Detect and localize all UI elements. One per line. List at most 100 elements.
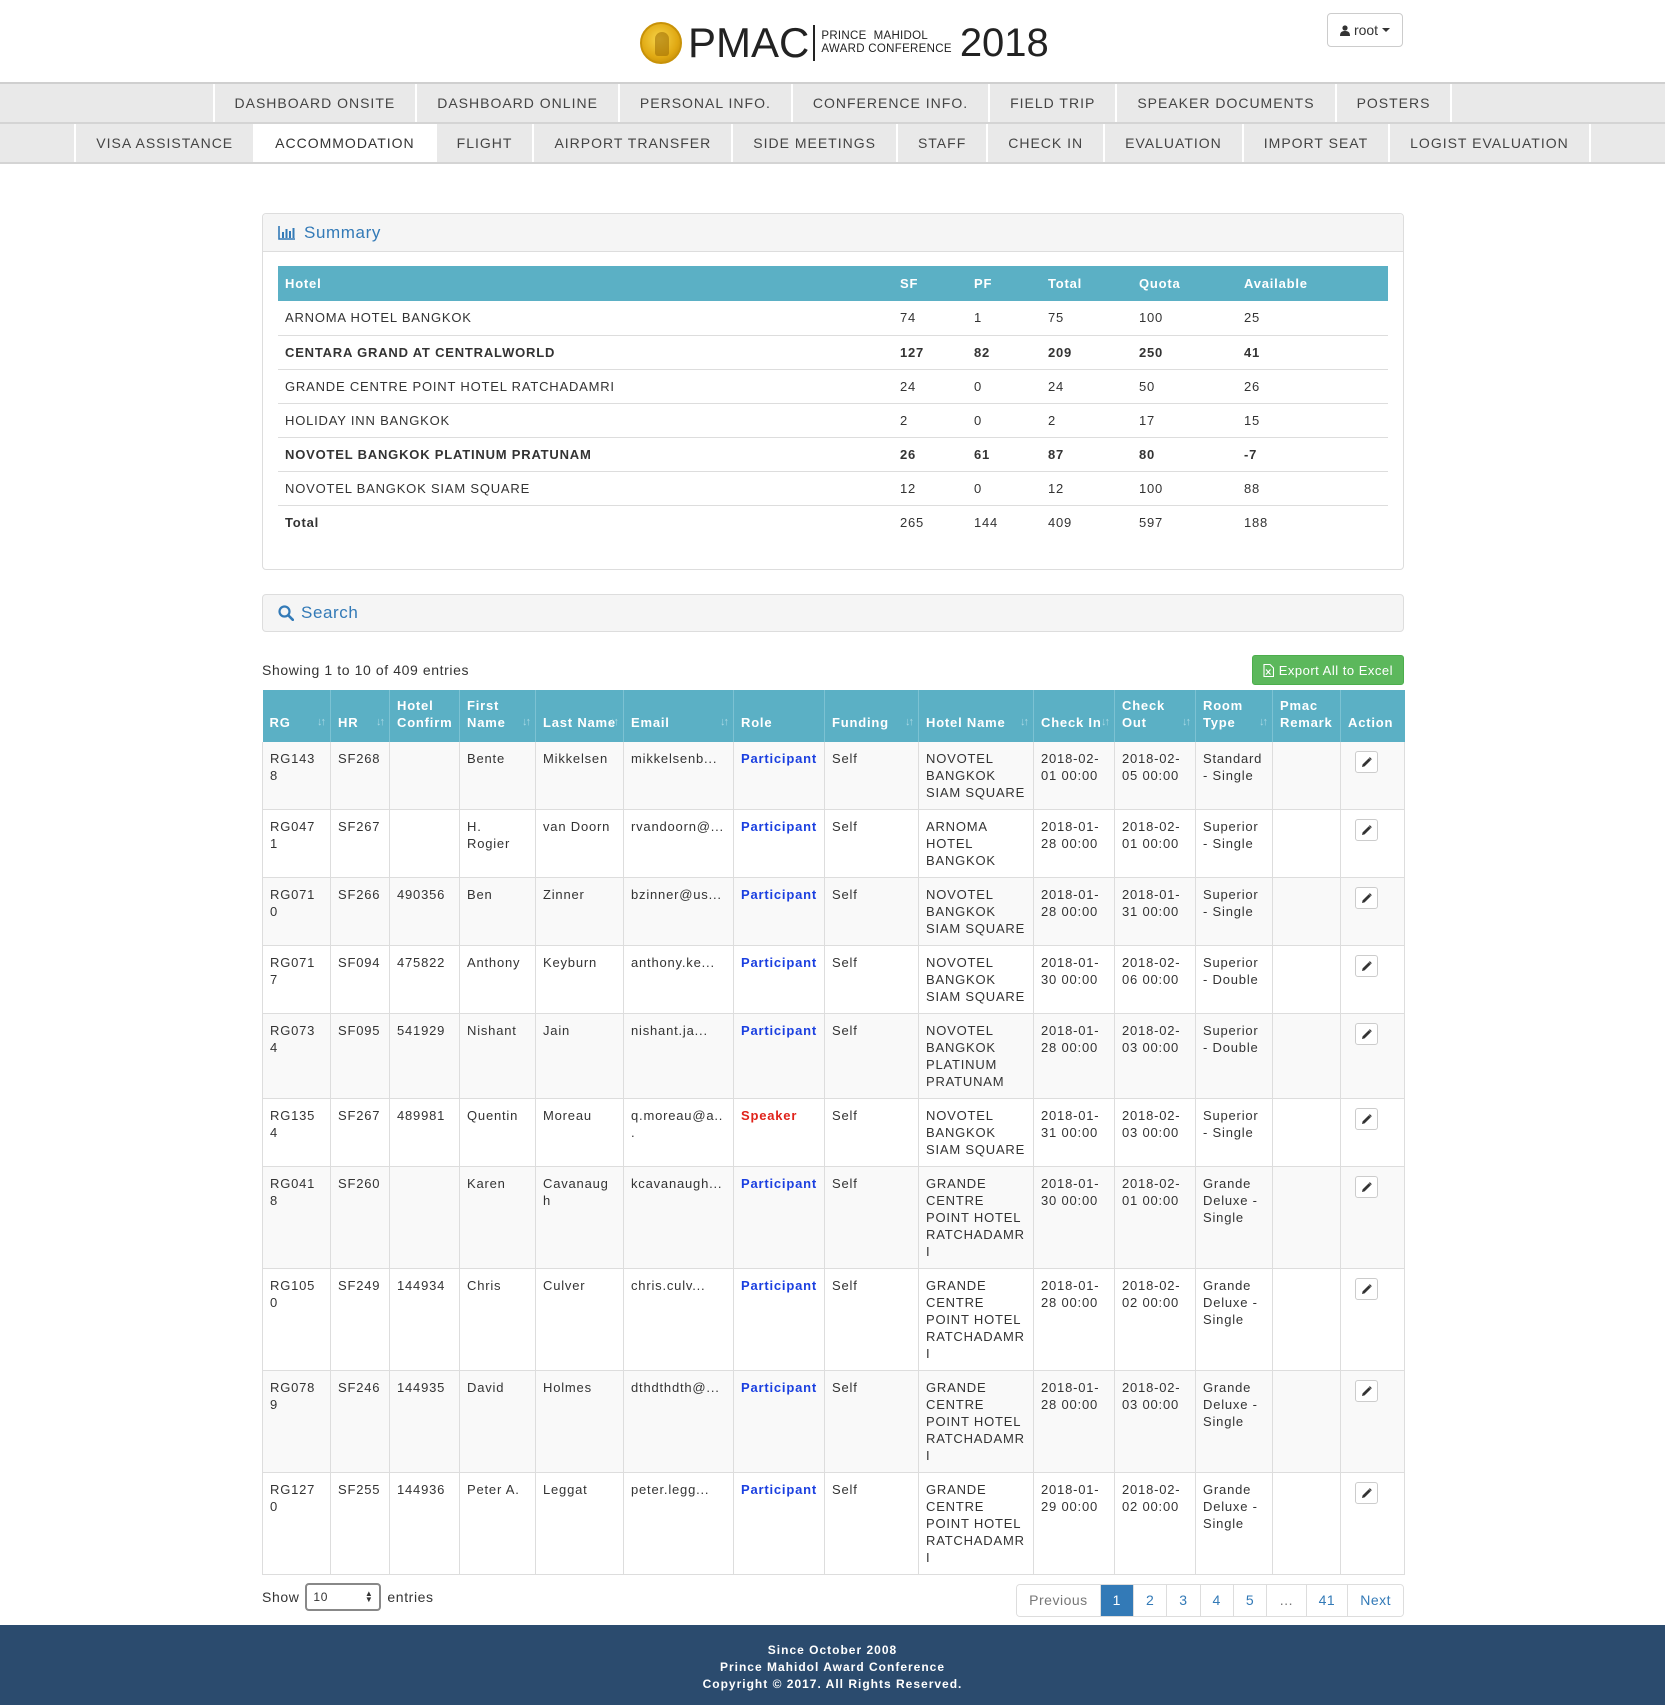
sort-icon[interactable]: ↓↑ bbox=[522, 714, 531, 731]
room-value: Grande Deluxe - Single bbox=[1203, 1176, 1258, 1225]
nav-item-posters[interactable]: POSTERS bbox=[1334, 84, 1453, 122]
nav-item-conference-info[interactable]: CONFERENCE INFO. bbox=[790, 84, 989, 122]
edit-button[interactable] bbox=[1355, 1380, 1378, 1402]
edit-button[interactable] bbox=[1355, 955, 1378, 977]
summary-cell-sf: 12 bbox=[893, 471, 967, 506]
sort-icon[interactable]: ↓↑ bbox=[317, 714, 326, 731]
cell-funding: Self bbox=[824, 1268, 919, 1371]
pagination-page-2[interactable]: 2 bbox=[1132, 1584, 1167, 1616]
role-value: Participant bbox=[741, 1278, 817, 1293]
nav-item-dashboard-online[interactable]: DASHBOARD ONLINE bbox=[415, 84, 618, 122]
logo-sub-line1: PRINCE MAHIDOL bbox=[821, 30, 929, 42]
cell-hotel: NOVOTEL BANGKOK SIAM SQUARE bbox=[918, 945, 1034, 1014]
edit-button[interactable] bbox=[1355, 1023, 1378, 1045]
cell-hotel: ARNOMA HOTEL BANGKOK bbox=[918, 809, 1034, 878]
nav-item-evaluation[interactable]: EVALUATION bbox=[1103, 124, 1242, 162]
summary-heading: Summary bbox=[263, 214, 1403, 252]
table-row: RG0734 SF095 541929 Nishant Jain nishant.ja..… bbox=[262, 1013, 1405, 1099]
pagination-page-4[interactable]: 4 bbox=[1199, 1584, 1233, 1616]
sort-icon[interactable]: ↓↑ bbox=[1259, 714, 1268, 731]
col-header-check-out[interactable]: Check Out ↓↑ bbox=[1114, 690, 1196, 742]
summary-cell-pf: 1 bbox=[967, 301, 1041, 336]
cell-last: Moreau bbox=[535, 1098, 624, 1167]
summary-cell-pf: 0 bbox=[967, 471, 1041, 506]
edit-button[interactable] bbox=[1355, 819, 1378, 841]
sort-icon[interactable]: ↓↑ bbox=[1020, 714, 1029, 731]
nav-item-side-meetings[interactable]: SIDE MEETINGS bbox=[731, 124, 896, 162]
nav-item-field-trip[interactable]: FIELD TRIP bbox=[988, 84, 1116, 122]
pagination-next[interactable]: Next bbox=[1347, 1584, 1403, 1616]
cell-email: anthony.ke... bbox=[623, 945, 734, 1014]
email-value: kcavanaugh... bbox=[631, 1176, 723, 1191]
col-header-email[interactable]: Email ↓↑ bbox=[623, 690, 734, 742]
hr-value: SF094 bbox=[338, 955, 381, 970]
rg-value: RG0734 bbox=[270, 1023, 316, 1055]
sort-icon[interactable]: ↓↑ bbox=[610, 714, 619, 731]
sort-icon[interactable]: ↓↑ bbox=[720, 714, 729, 731]
edit-button[interactable] bbox=[1355, 887, 1378, 909]
pagination-page-41[interactable]: 41 bbox=[1305, 1584, 1348, 1616]
edit-button[interactable] bbox=[1355, 1108, 1378, 1130]
nav-item-personal-info[interactable]: PERSONAL INFO. bbox=[617, 84, 791, 122]
email-value: rvandoorn@... bbox=[631, 819, 724, 834]
cell-email: nishant.ja... bbox=[623, 1013, 734, 1099]
export-excel-button[interactable]: Export All to Excel bbox=[1251, 655, 1404, 685]
room-value: Superior - Double bbox=[1203, 955, 1259, 987]
col-header-hr[interactable]: HR ↓↑ bbox=[330, 690, 390, 742]
edit-button[interactable] bbox=[1355, 1278, 1378, 1300]
summary-total-available: 188 bbox=[1244, 514, 1269, 530]
cell-confirm bbox=[389, 742, 460, 810]
nav-item-accommodation[interactable]: ACCOMMODATION bbox=[253, 124, 435, 162]
nav-item-import-seat[interactable]: IMPORT SEAT bbox=[1241, 124, 1389, 162]
pagination-page-1[interactable]: 1 bbox=[1099, 1584, 1133, 1616]
summary-cell-hotel: NOVOTEL BANGKOK PLATINUM PRATUNAM bbox=[278, 437, 893, 472]
check-out-value: 2018-02-05 00:00 bbox=[1122, 751, 1181, 783]
summary-panel: Summary Hotel SF PF Total Quota Available ARN… bbox=[262, 213, 1404, 570]
col-header-label: Hotel Confirm bbox=[397, 698, 453, 730]
sort-icon[interactable]: ↓↑ bbox=[905, 714, 914, 731]
pagination-previous[interactable]: Previous bbox=[1017, 1584, 1100, 1616]
search-panel[interactable]: Search bbox=[262, 594, 1404, 632]
nav-item-speaker-documents[interactable]: SPEAKER DOCUMENTS bbox=[1115, 84, 1335, 122]
nav-item-logist-evaluation[interactable]: LOGIST EVALUATION bbox=[1388, 124, 1591, 162]
pagination-page-3[interactable]: 3 bbox=[1166, 1584, 1200, 1616]
nav-item-flight[interactable]: FLIGHT bbox=[434, 124, 533, 162]
nav-item-visa-assistance[interactable]: VISA ASSISTANCE bbox=[74, 124, 254, 162]
check-out-value: 2018-01-31 00:00 bbox=[1122, 887, 1181, 919]
sort-icon[interactable]: ↓↑ bbox=[1182, 714, 1191, 731]
edit-button[interactable] bbox=[1355, 1482, 1378, 1504]
sort-icon[interactable]: ↓↑ bbox=[1101, 714, 1110, 731]
cell-check-out: 2018-02-01 00:00 bbox=[1114, 809, 1196, 878]
pagination-ellipsis: … bbox=[1266, 1584, 1306, 1616]
pagination-page-5[interactable]: 5 bbox=[1232, 1584, 1267, 1616]
page-size-select[interactable]: 10 ▲ ▼ bbox=[305, 1583, 382, 1611]
pmac-logo[interactable]: PMAC PRINCE MAHIDOL AWARD CONFERENCE 201… bbox=[640, 20, 1049, 66]
cell-remark bbox=[1272, 809, 1341, 878]
col-header-last-name[interactable]: Last Name ↓↑ bbox=[535, 690, 624, 742]
cell-role: Participant bbox=[733, 1166, 825, 1269]
check-out-value: 2018-02-01 00:00 bbox=[1122, 1176, 1181, 1208]
col-header-first-name[interactable]: First Name ↓↑ bbox=[459, 690, 536, 742]
summary-cell-total: 24 bbox=[1041, 369, 1132, 404]
rg-value: RG1270 bbox=[270, 1482, 316, 1514]
sort-icon[interactable]: ↓↑ bbox=[376, 714, 385, 731]
nav-item-airport-transfer[interactable]: AIRPORT TRANSFER bbox=[532, 124, 732, 162]
nav-item-dashboard-onsite[interactable]: DASHBOARD ONSITE bbox=[212, 84, 416, 122]
hr-value: SF095 bbox=[338, 1023, 381, 1038]
cell-first: Anthony bbox=[459, 945, 536, 1014]
col-header-rg[interactable]: RG ↓↑ bbox=[262, 690, 331, 742]
accommodation-table: RG ↓↑ HR ↓↑ Hotel Confirm First Name ↓↑ Last Na… bbox=[262, 690, 1405, 1575]
hotel-value: NOVOTEL BANGKOK SIAM SQUARE bbox=[926, 1108, 1026, 1157]
nav-item-check-in[interactable]: CHECK IN bbox=[986, 124, 1104, 162]
col-header-check-in[interactable]: Check In ↓↑ bbox=[1033, 690, 1115, 742]
role-value: Participant bbox=[741, 1380, 817, 1395]
edit-button[interactable] bbox=[1355, 751, 1378, 773]
user-menu-button[interactable]: root bbox=[1327, 13, 1403, 47]
cell-confirm: 144934 bbox=[389, 1268, 460, 1371]
col-header-room-type[interactable]: Room Type ↓↑ bbox=[1195, 690, 1273, 742]
col-header-funding[interactable]: Funding ↓↑ bbox=[824, 690, 919, 742]
nav-item-staff[interactable]: STAFF bbox=[895, 124, 987, 162]
edit-button[interactable] bbox=[1355, 1176, 1378, 1198]
summary-cell-pf: 61 bbox=[967, 437, 1041, 472]
col-header-hotel-name[interactable]: Hotel Name ↓↑ bbox=[918, 690, 1034, 742]
